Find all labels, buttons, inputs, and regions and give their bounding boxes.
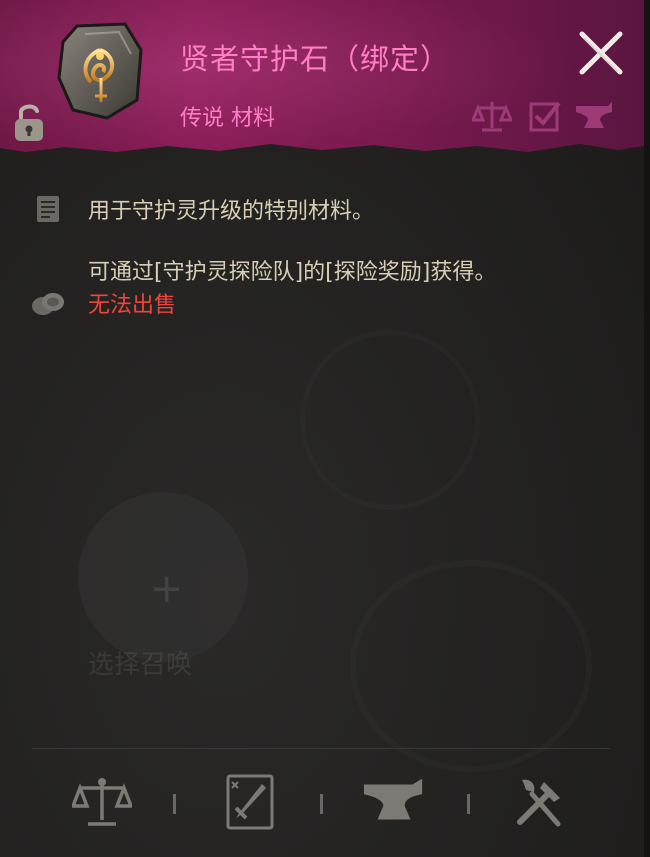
background-slot-label: 选择召唤 — [88, 650, 193, 680]
checkbox-icon — [529, 101, 561, 132]
background-ring — [350, 560, 592, 772]
anvil-icon — [363, 778, 423, 820]
dismantle-button[interactable] — [508, 770, 572, 834]
sell-button[interactable] — [70, 770, 134, 834]
equip-sword-icon — [226, 774, 274, 830]
unlocked-padlock-icon[interactable] — [12, 102, 46, 142]
sage-guardian-stone-icon — [57, 22, 143, 120]
item-grade-type: 传说 材料 — [180, 106, 275, 131]
balance-scale-icon — [472, 102, 512, 132]
bar-separator — [320, 794, 323, 814]
bar-separator — [173, 794, 176, 814]
tools-icon — [517, 779, 561, 827]
item-tooltip-panel: + 选择召唤 贤者守护石（绑定） 传说 材料 用于守护灵升级的特别材料。 可通过… — [0, 0, 650, 857]
enhance-button[interactable] — [362, 770, 426, 834]
background-plus-icon: + — [150, 566, 184, 612]
document-icon — [37, 196, 59, 222]
background-ring-small — [300, 330, 480, 510]
sell-restriction: 无法出售 — [88, 293, 177, 318]
coins-icon — [32, 293, 64, 315]
item-title: 贤者守护石（绑定） — [180, 42, 451, 76]
bar-separator — [467, 794, 470, 814]
bottom-divider — [32, 748, 610, 749]
equip-button[interactable] — [218, 770, 282, 834]
item-description: 用于守护灵升级的特别材料。 — [88, 199, 375, 224]
close-icon[interactable] — [574, 26, 628, 80]
anvil-icon — [576, 102, 612, 128]
sell-icon — [72, 778, 132, 826]
item-source: 可通过[守护灵探险队]的[探险奖励]获得。 — [88, 260, 497, 285]
